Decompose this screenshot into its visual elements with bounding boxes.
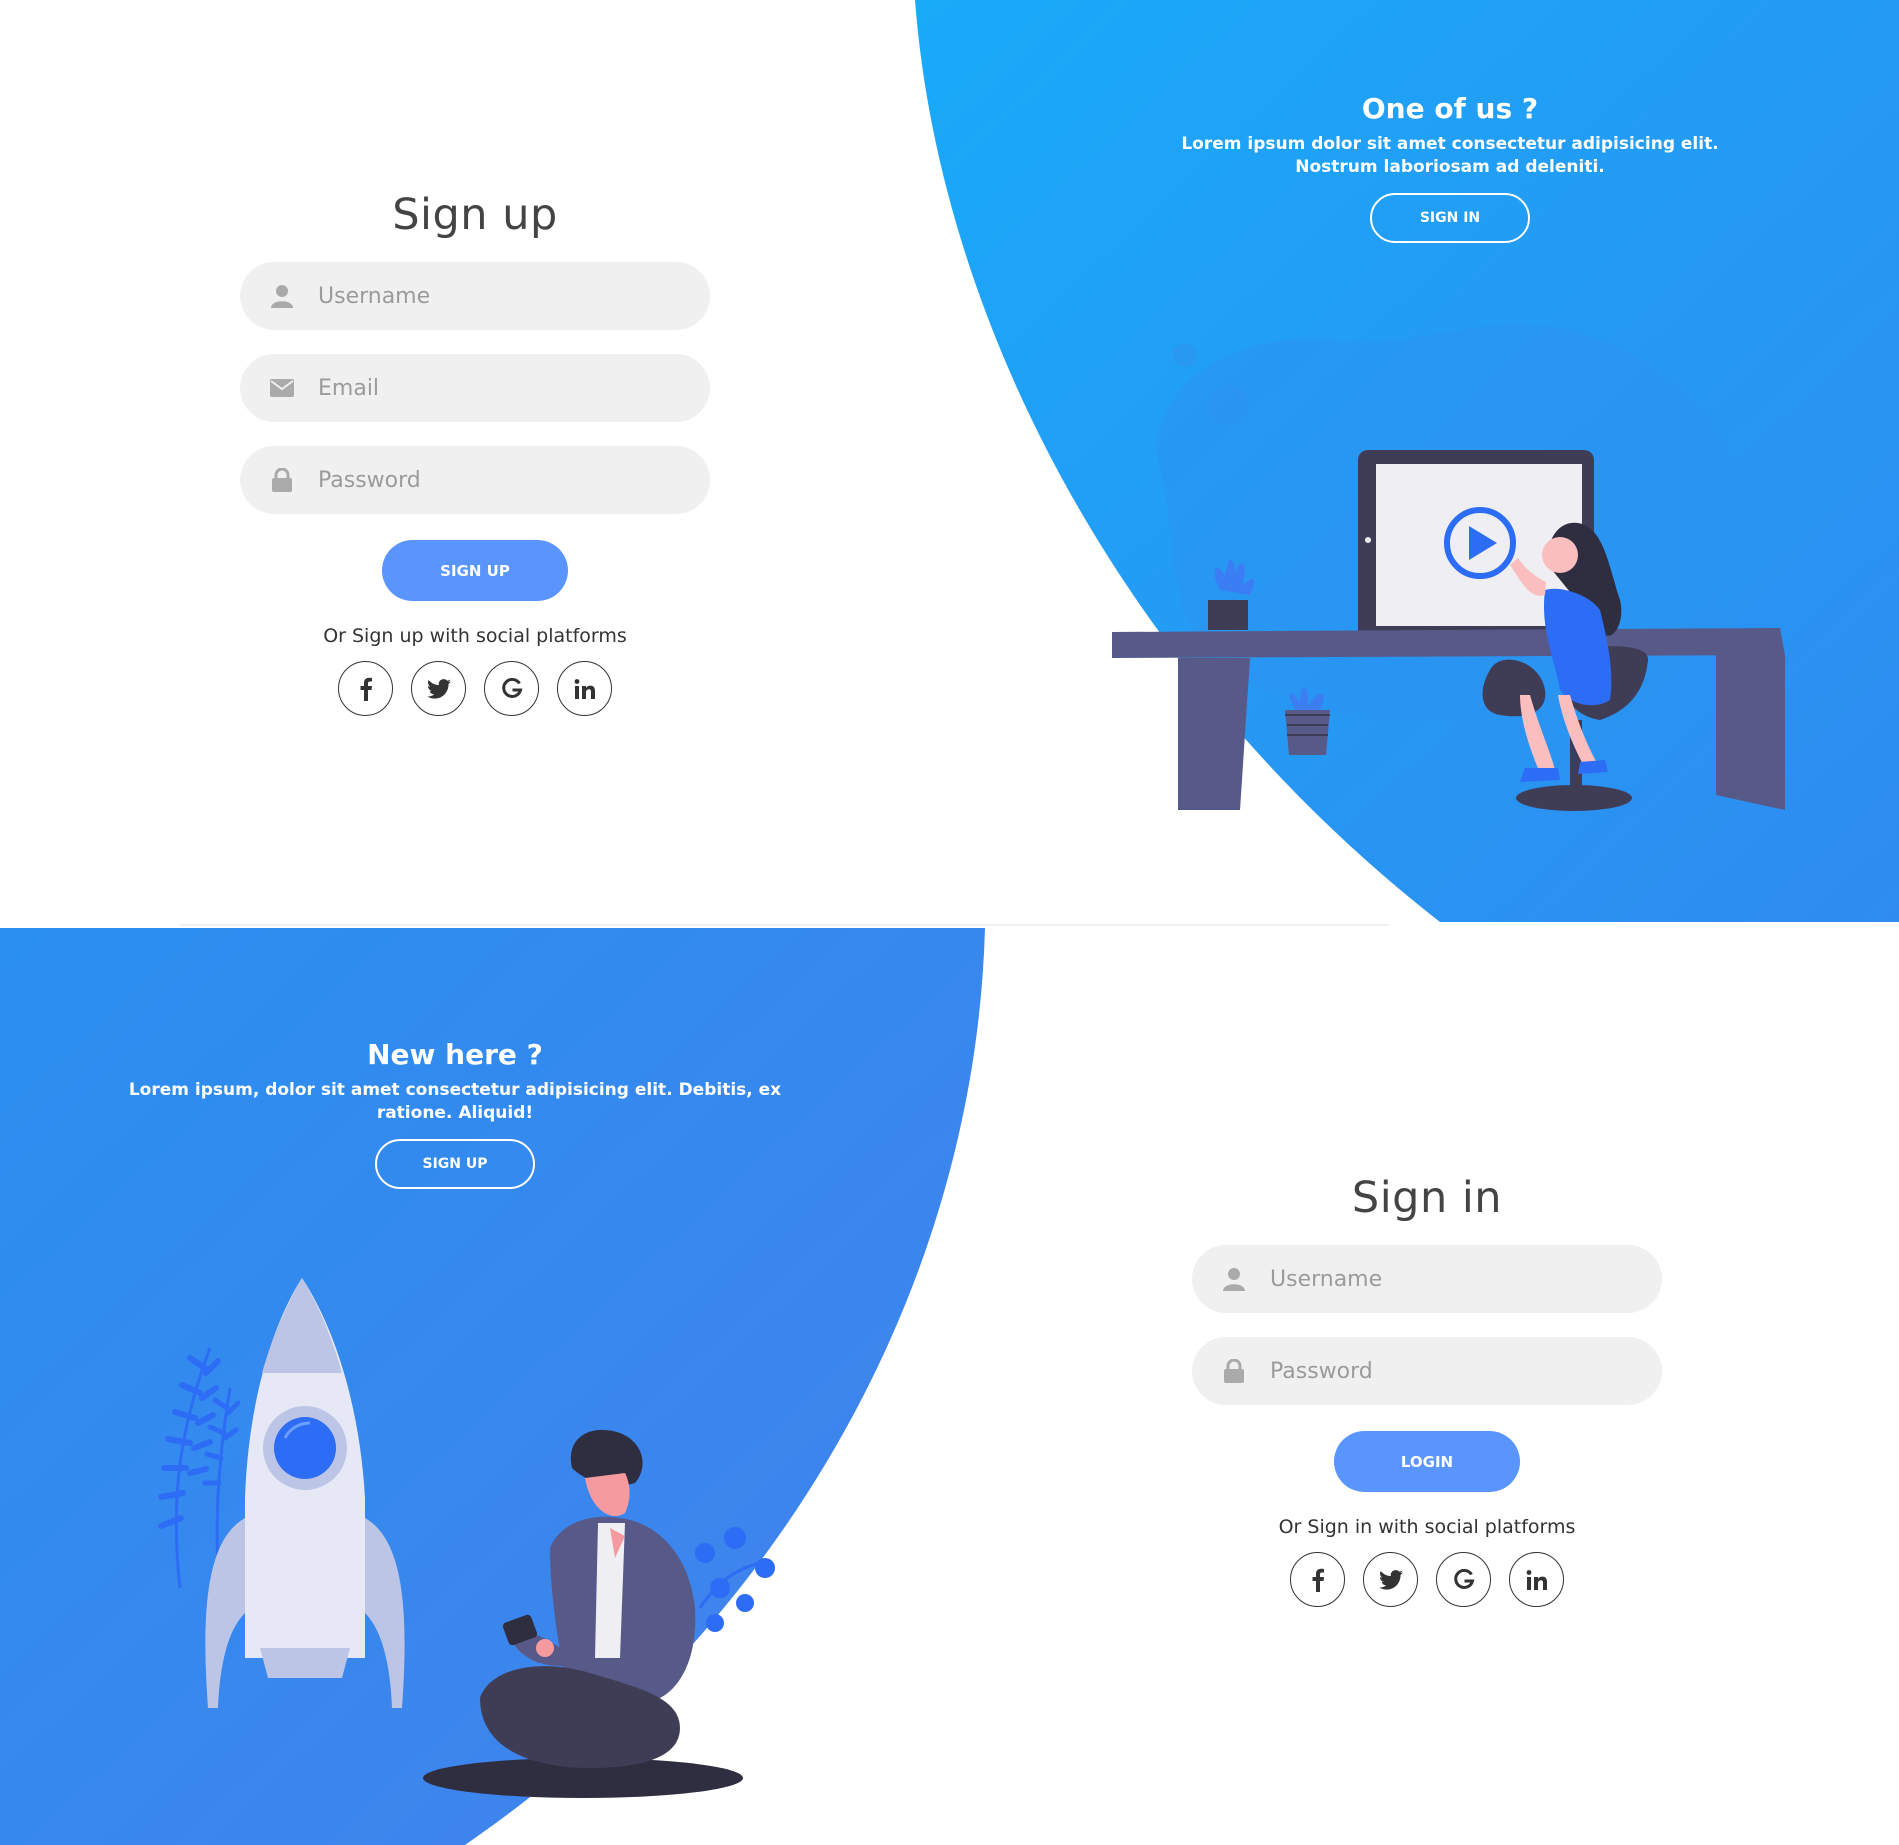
user-icon [1220, 1265, 1248, 1293]
user-icon [268, 282, 296, 310]
desk-illustration [1112, 324, 1785, 811]
one-of-us-content: One of us ? Lorem ipsum dolor sit amet c… [1140, 92, 1760, 243]
signin-facebook-button[interactable] [1290, 1552, 1345, 1607]
signin-panel: New here ? Lorem ipsum, dolor sit amet c… [0, 928, 1899, 1845]
linkedin-icon [574, 678, 595, 699]
google-icon [1453, 1568, 1474, 1589]
signup-google-button[interactable] [484, 661, 539, 716]
signin-form: Sign in LOGIN Or Sign in with social pla… [1192, 1173, 1662, 1607]
signin-username-input[interactable] [1268, 1265, 1612, 1293]
facebook-icon [1312, 1568, 1324, 1592]
one-of-us-text: Lorem ipsum dolor sit amet consectetur a… [1181, 134, 1719, 177]
signup-twitter-button[interactable] [411, 661, 466, 716]
rocket-illustration [158, 1278, 775, 1798]
signin-password-input[interactable] [1268, 1357, 1612, 1385]
signup-username-field[interactable] [240, 262, 710, 330]
new-here-heading: New here ? [367, 1038, 543, 1071]
signin-social-row [1290, 1552, 1564, 1607]
new-here-text: Lorem ipsum, dolor sit amet consectetur … [128, 1080, 782, 1123]
signup-social-text: Or Sign up with social platforms [323, 625, 627, 647]
signup-title: Sign up [392, 190, 558, 240]
desk [1112, 628, 1785, 658]
signin-password-field[interactable] [1192, 1337, 1662, 1405]
signup-facebook-button[interactable] [338, 661, 393, 716]
lock-icon [268, 466, 296, 494]
signup-form: Sign up SIGN UP Or Sign up with social p… [240, 190, 710, 716]
signup-password-field[interactable] [240, 446, 710, 514]
floor-plant [1285, 710, 1330, 755]
one-of-us-heading: One of us ? [1361, 92, 1539, 125]
envelope-icon [268, 374, 296, 402]
signup-email-field[interactable] [240, 354, 710, 422]
signin-username-field[interactable] [1192, 1245, 1662, 1313]
signup-social-row [338, 661, 612, 716]
signup-linkedin-button[interactable] [557, 661, 612, 716]
signin-social-text: Or Sign in with social platforms [1278, 1516, 1576, 1538]
signin-google-button[interactable] [1436, 1552, 1491, 1607]
signup-email-input[interactable] [316, 374, 660, 402]
google-icon [501, 677, 522, 698]
sign-in-toggle-button[interactable]: SIGN IN [1370, 193, 1530, 243]
lock-icon [1220, 1357, 1248, 1385]
signin-twitter-button[interactable] [1363, 1552, 1418, 1607]
signin-linkedin-button[interactable] [1509, 1552, 1564, 1607]
signup-submit-button[interactable]: SIGN UP [382, 540, 568, 601]
signup-panel: Sign up SIGN UP Or Sign up with social p… [0, 0, 1899, 922]
login-button[interactable]: LOGIN [1334, 1431, 1520, 1492]
signup-username-input[interactable] [316, 282, 660, 310]
linkedin-icon [1526, 1569, 1547, 1590]
new-here-content: New here ? Lorem ipsum, dolor sit amet c… [110, 1038, 800, 1189]
facebook-icon [360, 677, 372, 701]
signin-title: Sign in [1351, 1173, 1503, 1223]
sign-up-toggle-button[interactable]: SIGN UP [375, 1139, 535, 1189]
twitter-icon [426, 678, 451, 699]
signup-password-input[interactable] [316, 466, 660, 494]
twitter-icon [1378, 1569, 1403, 1590]
